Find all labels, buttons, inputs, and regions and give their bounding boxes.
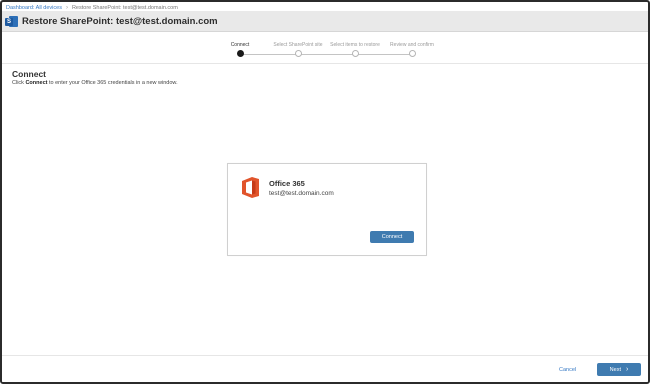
account-email: test@test.domain.com	[269, 190, 334, 197]
wizard-step-dot	[236, 50, 244, 57]
wizard-step-dot	[408, 50, 416, 57]
wizard-step-dot	[351, 50, 359, 57]
cancel-button[interactable]: Cancel	[559, 367, 576, 373]
chevron-right-icon: ›	[625, 366, 629, 373]
breadcrumb-separator-icon: ›	[65, 4, 68, 11]
wizard-step-label: Review and confirm	[390, 42, 434, 48]
instruction-post: to enter your Office 365 credentials in …	[47, 80, 178, 86]
service-name: Office 365	[269, 179, 305, 188]
sharepoint-icon: S	[5, 15, 18, 28]
page-header: S Restore SharePoint: test@test.domain.c…	[2, 11, 648, 32]
section-title: Connect	[12, 69, 46, 79]
office-365-card: Office 365 test@test.domain.com Connect	[227, 163, 427, 256]
connect-button[interactable]: Connect	[370, 231, 414, 243]
breadcrumb-current: Restore SharePoint: test@test.domain.com	[71, 4, 178, 11]
instruction-text: Click Connect to enter your Office 365 c…	[12, 80, 178, 86]
wizard-step-dot	[294, 50, 302, 57]
next-label: Next	[609, 366, 621, 373]
instruction-bold: Connect	[25, 80, 48, 86]
wizard-progress: Connect Select SharePoint site Select it…	[2, 38, 648, 64]
window: Dashboard: All devices › Restore SharePo…	[0, 0, 650, 384]
footer: Cancel Next ›	[2, 355, 648, 382]
next-button[interactable]: Next ›	[597, 363, 641, 376]
instruction-pre: Click	[12, 80, 26, 86]
wizard-step-review: Review and confirm	[377, 41, 447, 57]
office-365-logo	[242, 177, 259, 198]
page-title: Restore SharePoint: test@test.domain.com	[22, 15, 218, 27]
breadcrumb-dashboard-link[interactable]: Dashboard: All devices	[6, 5, 62, 11]
